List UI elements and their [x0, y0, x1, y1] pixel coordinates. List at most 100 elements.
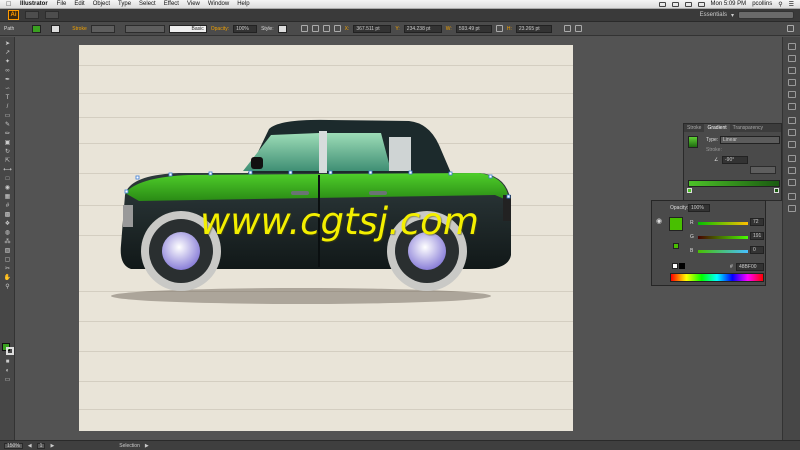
hex-field[interactable]: 48BF00: [736, 263, 764, 271]
graphic-style-swatch[interactable]: [277, 24, 287, 33]
hand-tool-icon[interactable]: ✋: [3, 275, 12, 282]
menu-window[interactable]: Window: [208, 1, 229, 7]
front-door-handle[interactable]: [291, 191, 309, 195]
prev-artboard-icon[interactable]: ◀: [28, 443, 32, 449]
zoom-dropdown[interactable]: 150%: [4, 442, 23, 449]
rectangle-tool-icon[interactable]: ▭: [3, 113, 12, 120]
brush-style-dropdown[interactable]: Basic: [168, 24, 207, 33]
recolor-artwork-icon[interactable]: [300, 25, 308, 32]
zoom-tool-icon[interactable]: ⚲: [3, 284, 12, 291]
color-spectrum[interactable]: [670, 273, 764, 282]
swatches-icon[interactable]: [788, 67, 796, 74]
pathfinder-icon[interactable]: [563, 25, 571, 32]
menu-view[interactable]: View: [187, 1, 200, 7]
g-slider[interactable]: [698, 236, 748, 239]
gradient-angle-field[interactable]: -90°: [722, 156, 748, 164]
mesh-tool-icon[interactable]: #: [3, 203, 12, 210]
menu-file[interactable]: File: [57, 1, 67, 7]
side-mirror[interactable]: [251, 157, 263, 169]
free-transform-tool-icon[interactable]: □: [3, 176, 12, 183]
symbol-sprayer-tool-icon[interactable]: ⁂: [3, 239, 12, 246]
pen-tool-icon[interactable]: ✒: [3, 77, 12, 84]
paintbrush-tool-icon[interactable]: ✎: [3, 122, 12, 129]
out-of-gamut-icon[interactable]: [673, 243, 679, 249]
next-artboard-icon[interactable]: ▶: [50, 443, 54, 449]
draw-mode-icon[interactable]: ◐: [3, 368, 12, 375]
width-tool-icon[interactable]: ⟷: [3, 167, 12, 174]
artboard-number-field[interactable]: 1: [36, 442, 46, 449]
workspace-switcher[interactable]: Essentials: [700, 12, 727, 18]
layers-icon[interactable]: [788, 193, 796, 200]
stroke-swatch[interactable]: [51, 24, 61, 33]
menu-type[interactable]: Type: [118, 1, 131, 7]
reference-point-icon[interactable]: [333, 25, 341, 32]
link-icon[interactable]: [495, 25, 503, 32]
pencil-tool-icon[interactable]: ✏: [3, 131, 12, 138]
gradient-stop-left[interactable]: [687, 188, 692, 193]
stroke-color-box[interactable]: [6, 347, 14, 355]
type-tool-icon[interactable]: T: [3, 95, 12, 102]
screen-mode-icon[interactable]: ▭: [3, 377, 12, 384]
black-swatch[interactable]: [679, 263, 685, 269]
stroke-label[interactable]: Stroke: [72, 26, 86, 32]
r-slider[interactable]: [698, 222, 748, 225]
car-window-rear[interactable]: [327, 133, 391, 171]
brushes-icon[interactable]: [788, 79, 796, 86]
transparency-icon[interactable]: [788, 141, 796, 148]
dropbox-icon[interactable]: [658, 1, 666, 7]
color-guide-icon[interactable]: [788, 55, 796, 62]
artboard-tool-icon[interactable]: ▢: [3, 257, 12, 264]
appearance-icon[interactable]: [788, 155, 796, 162]
slice-tool-icon[interactable]: ✂: [3, 266, 12, 273]
align-icon[interactable]: [311, 25, 319, 32]
scale-tool-icon[interactable]: ⇱: [3, 158, 12, 165]
g-field[interactable]: 191: [750, 232, 764, 240]
r-field[interactable]: 72: [750, 218, 764, 226]
menu-effect[interactable]: Effect: [164, 1, 179, 7]
fill-swatch[interactable]: [32, 24, 42, 33]
panel-menu-icon[interactable]: [787, 25, 794, 32]
tab-gradient[interactable]: Gradient: [704, 124, 730, 132]
menubar-user[interactable]: pcollins: [752, 1, 772, 7]
menu-app-name[interactable]: Illustrator: [20, 1, 48, 7]
gradient-stop-right[interactable]: [774, 188, 779, 193]
column-graph-tool-icon[interactable]: ▧: [3, 248, 12, 255]
transform-panel-icon[interactable]: [788, 179, 796, 186]
wifi-icon[interactable]: [671, 1, 679, 7]
tab-transparency[interactable]: Transparency: [730, 125, 766, 131]
help-search-input[interactable]: [738, 11, 794, 19]
line-tool-icon[interactable]: /: [3, 104, 12, 111]
w-field[interactable]: 593.49 pt: [455, 24, 492, 33]
tab-stroke[interactable]: Stroke: [684, 125, 704, 131]
variable-width-dropdown[interactable]: [124, 24, 165, 33]
none-swatch[interactable]: [672, 263, 678, 269]
bridge-button[interactable]: [25, 11, 39, 19]
menu-edit[interactable]: Edit: [74, 1, 84, 7]
apple-menu-icon[interactable]: : [6, 1, 14, 8]
menu-object[interactable]: Object: [93, 1, 110, 7]
blend-tool-icon[interactable]: ◍: [3, 230, 12, 237]
h-field[interactable]: 23.265 pt: [515, 24, 552, 33]
eyedropper-tool-icon[interactable]: ❖: [3, 221, 12, 228]
notification-center-icon[interactable]: ☰: [789, 1, 794, 8]
opacity-label[interactable]: Opacity:: [211, 26, 229, 32]
menu-help[interactable]: Help: [237, 1, 249, 7]
gradient-type-dropdown[interactable]: Linear: [720, 136, 780, 144]
battery-icon[interactable]: [697, 1, 705, 7]
rear-door-handle[interactable]: [369, 191, 387, 195]
color-opacity-field[interactable]: 100%: [688, 204, 710, 212]
gradient-slider[interactable]: [688, 180, 780, 187]
menu-select[interactable]: Select: [139, 1, 156, 7]
direct-selection-tool-icon[interactable]: ↗: [3, 50, 12, 57]
lasso-tool-icon[interactable]: ∞: [3, 68, 12, 75]
menubar-clock[interactable]: Mon 5:09 PM: [711, 1, 747, 7]
status-tool-name[interactable]: Selection: [119, 443, 140, 449]
symbols-icon[interactable]: [788, 91, 796, 98]
spotlight-search-icon[interactable]: ⚲: [778, 1, 782, 8]
gradient-tool-icon[interactable]: ▩: [3, 212, 12, 219]
curvature-tool-icon[interactable]: ∽: [3, 86, 12, 93]
perspective-grid-tool-icon[interactable]: ▦: [3, 194, 12, 201]
eraser-tool-icon[interactable]: ▣: [3, 140, 12, 147]
color-mode-icon[interactable]: ■: [3, 359, 12, 366]
arrange-documents-button[interactable]: [45, 11, 59, 19]
